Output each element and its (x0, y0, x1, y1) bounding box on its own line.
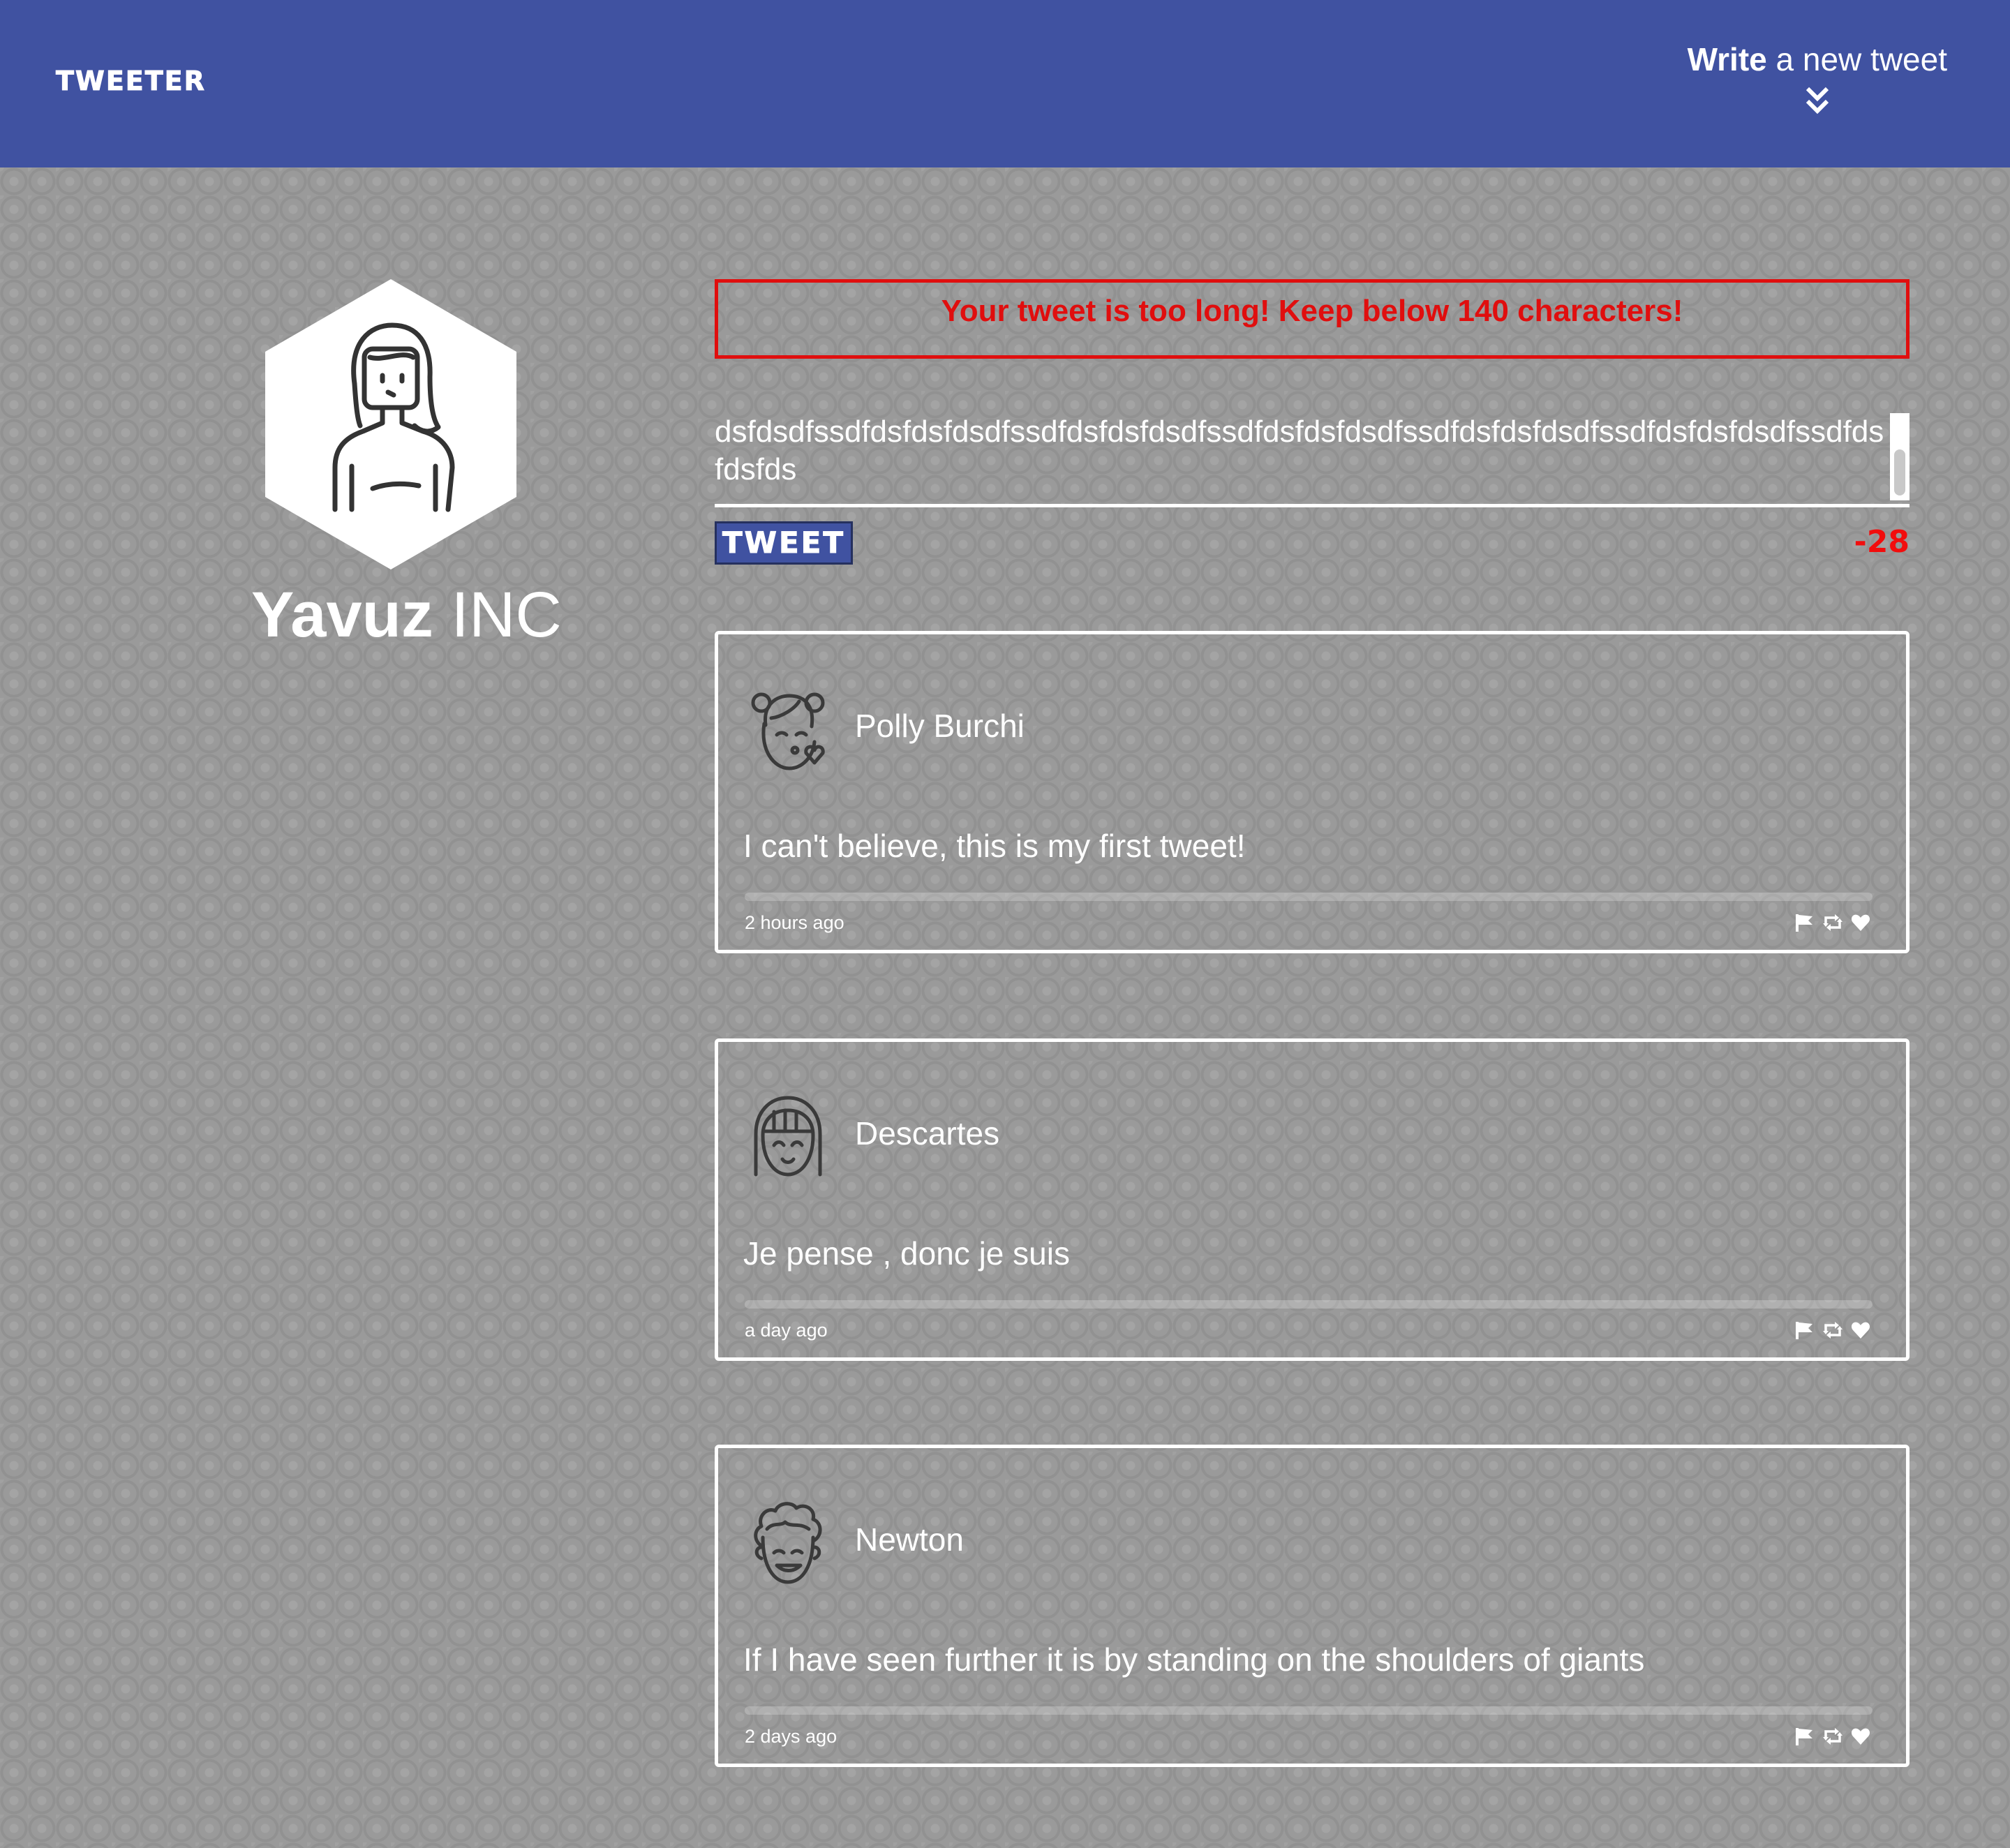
write-new-tweet-toggle[interactable]: Write a new tweet (1688, 38, 1947, 117)
character-counter: -28 (1854, 524, 1910, 560)
tweet-actions (1794, 1320, 1871, 1341)
curly-hair-avatar-icon (754, 1502, 822, 1584)
profile-first-name: Yavuz (251, 579, 433, 650)
profile-card: Yavuz INC (251, 279, 562, 653)
tweet-card: Descartes Je pense , donc je suis a day … (715, 1038, 1910, 1361)
heart-icon[interactable] (1850, 1320, 1871, 1341)
user-avatar-icon (265, 279, 516, 569)
heart-icon[interactable] (1850, 912, 1871, 933)
tweet-author[interactable]: Newton (855, 1521, 964, 1558)
flag-icon[interactable] (1794, 1320, 1815, 1341)
flag-icon[interactable] (1794, 912, 1815, 933)
tweet-timestamp: 2 days ago (745, 1726, 838, 1747)
tweet-content: I can't believe, this is my first tweet! (743, 828, 1246, 864)
tweet-timestamp: 2 hours ago (745, 912, 844, 933)
profile-last-name: INC (433, 579, 562, 650)
girl-kiss-avatar-icon (751, 692, 825, 770)
write-strong-text: Write (1687, 41, 1767, 77)
retweet-icon[interactable] (1822, 1726, 1843, 1747)
profile-name: Yavuz INC (251, 576, 562, 653)
tweet-divider (745, 1300, 1873, 1309)
tweet-timestamp: a day ago (745, 1320, 828, 1341)
tweet-author[interactable]: Descartes (855, 1115, 999, 1152)
textarea-scrollbar[interactable] (1890, 413, 1910, 500)
retweet-icon[interactable] (1822, 912, 1843, 933)
tweet-content: Je pense , donc je suis (743, 1235, 1070, 1272)
tweet-textarea-value[interactable]: dsfdsdfssdfdsfdsfdsdfssdfdsfdsfdsdfssdfd… (715, 413, 1887, 489)
write-new-tweet-label: Write a new tweet (1688, 38, 1947, 80)
tweet-textarea[interactable]: dsfdsdfssdfdsfdsfdsdfssdfdsfdsfdsdfssdfd… (715, 413, 1910, 507)
retweet-icon[interactable] (1822, 1320, 1843, 1341)
composer-actions: TWEET -28 (715, 521, 1910, 567)
tweet-actions (1794, 912, 1871, 933)
error-alert: Your tweet is too long! Keep below 140 c… (715, 279, 1910, 359)
double-chevron-down-icon[interactable] (1803, 86, 1831, 117)
brand-logo[interactable]: TWEETER (56, 66, 206, 97)
tweet-card: Polly Burchi I can't believe, this is my… (715, 631, 1910, 953)
main-column: Your tweet is too long! Keep below 140 c… (715, 279, 1910, 567)
flag-icon[interactable] (1794, 1726, 1815, 1747)
textarea-scrollbar-thumb[interactable] (1894, 449, 1905, 495)
tweet-card: Newton If I have seen further it is by s… (715, 1445, 1910, 1767)
tweet-author[interactable]: Polly Burchi (855, 707, 1025, 745)
write-rest-text: a new tweet (1766, 41, 1948, 77)
top-navbar: TWEETER Write a new tweet (0, 0, 2010, 167)
tweet-content: If I have seen further it is by standing… (743, 1641, 1645, 1678)
heart-icon[interactable] (1850, 1726, 1871, 1747)
bob-haircut-avatar-icon (754, 1096, 822, 1177)
tweet-actions (1794, 1726, 1871, 1747)
tweet-button[interactable]: TWEET (715, 521, 853, 565)
tweet-divider (745, 893, 1873, 901)
tweet-divider (745, 1706, 1873, 1715)
